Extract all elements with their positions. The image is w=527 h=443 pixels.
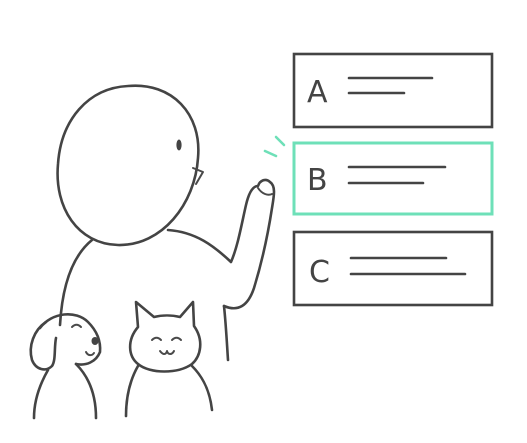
option-card-c[interactable]: C [292,230,494,307]
cat-head [128,300,202,373]
person-body [58,238,94,327]
dog-body [32,362,98,420]
cat-body [124,364,214,418]
pointing-person-icon [56,84,276,362]
dog-ear [29,320,58,371]
person-finger [257,187,273,196]
cat-eye-left [151,336,162,341]
cat-eye-right [171,336,182,341]
option-card-b[interactable]: B [292,141,494,216]
dog-head [38,313,102,366]
option-letter-a: A [307,75,328,110]
option-letter-b: B [307,163,328,198]
person-eye [176,139,182,151]
cat-icon [124,300,214,418]
illustration: A B C [29,52,494,420]
person-torso [222,304,230,362]
cat-mouth [159,350,175,355]
dog-mouth [85,351,95,357]
person-head [56,84,200,247]
person-arm [166,178,276,310]
dog-nose [91,337,99,345]
emphasis-marks-icon [263,135,286,158]
option-card-a[interactable]: A [292,52,494,129]
option-letter-c: C [309,255,330,290]
dog-icon [29,313,102,420]
dog-eye [71,323,82,328]
